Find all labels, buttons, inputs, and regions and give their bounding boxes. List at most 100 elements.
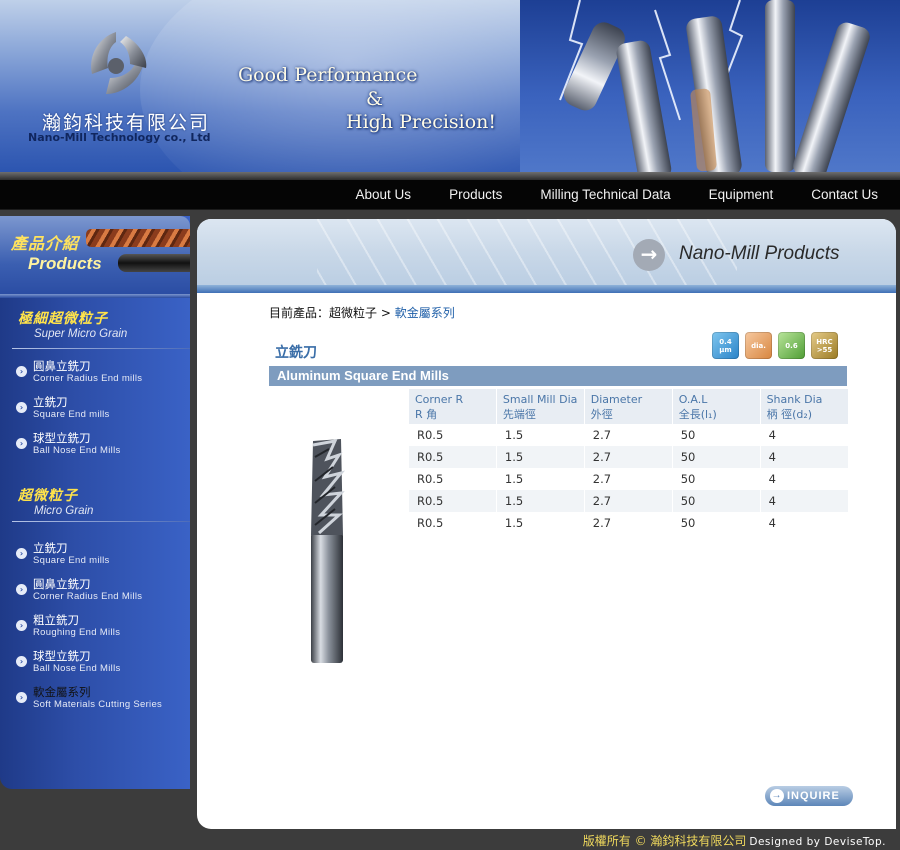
- sidebar-item-label-cn: 球型立銑刀: [33, 431, 91, 445]
- cell: 2.7: [583, 512, 673, 534]
- section-title-en: Super Micro Grain: [34, 328, 128, 340]
- company-logo: [91, 32, 147, 94]
- cell: 2.7: [583, 468, 673, 490]
- sidebar-item-label-cn: 立銑刀: [33, 395, 68, 409]
- cell: 50: [671, 446, 761, 468]
- content-panel: → Nano-Mill Products 目前產品：超微粒子 > 軟金屬系列 立…: [197, 219, 896, 829]
- sidebar-item-label-en: Square End mills: [33, 409, 110, 420]
- sidebar-item-square-smg[interactable]: › 立銑刀 Square End mills: [16, 394, 190, 426]
- col-header-oal: O.A.L 全長(l₁): [671, 389, 761, 424]
- cell: 1.5: [495, 490, 585, 512]
- cell: 1.5: [495, 424, 585, 446]
- cell: 50: [671, 490, 761, 512]
- slogan-line-1: Good Performance: [238, 64, 418, 86]
- banner-tools-area: [520, 0, 900, 172]
- sidebar-item-label-en: Square End mills: [33, 555, 110, 566]
- cell: 50: [671, 424, 761, 446]
- header-banner: 瀚鈞科技有限公司 Nano-Mill Technology co., Ltd G…: [0, 0, 900, 172]
- sidebar-section-super-micro-grain: 極細超微粒子 Super Micro Grain: [18, 308, 127, 340]
- table-row: R0.5 1.5 2.7 50 4: [408, 424, 848, 446]
- cell: 2.7: [583, 446, 673, 468]
- cell: 1.5: [495, 446, 585, 468]
- spec-table: Corner RR 角 Small Mill Dia 先端徑 Diameter 外徑…: [408, 389, 848, 534]
- sidebar-item-label-cn: 圓鼻立銑刀: [33, 359, 91, 373]
- cell: 1.5: [495, 512, 585, 534]
- sidebar-item-corner-radius-smg[interactable]: › 圓鼻立銑刀 Corner Radius End mills: [16, 358, 190, 390]
- content-header: → Nano-Mill Products: [197, 219, 896, 293]
- cell: 4: [759, 490, 848, 512]
- nav-products[interactable]: Products: [411, 180, 502, 210]
- footer-text: 版權所有 © 瀚鈞科技有限公司 Designed by DeviseTop.: [583, 832, 886, 849]
- content-header-title: Nano-Mill Products: [679, 243, 840, 264]
- sidebar-item-label-en: Ball Nose End Mills: [33, 663, 121, 674]
- company-name-en: Nano-Mill Technology co., Ltd: [28, 131, 211, 144]
- arrow-right-icon: →: [770, 789, 784, 803]
- table-row: R0.5 1.5 2.7 50 4: [408, 446, 848, 468]
- nav-top-strip: [0, 172, 900, 180]
- footer: 版權所有 © 瀚鈞科技有限公司 Designed by DeviseTop.: [0, 829, 900, 850]
- sidebar-item-label-cn: 立銑刀: [33, 541, 68, 555]
- slogan-line-2: &: [366, 88, 383, 110]
- hrc-badge-icon: HRC >55: [811, 332, 838, 359]
- sidebar-item-soft-materials[interactable]: › 軟金屬系列 Soft Materials Cutting Series: [16, 684, 190, 716]
- inquire-label: INQUIRE: [787, 790, 840, 802]
- nav-equipment[interactable]: Equipment: [671, 180, 774, 210]
- section-divider: [12, 348, 190, 349]
- sidebar-item-label-en: Roughing End Mills: [33, 627, 121, 638]
- cell: 4: [759, 446, 848, 468]
- sidebar-item-label-cn: 球型立銑刀: [33, 649, 91, 663]
- header-streaks-decoration: [317, 219, 737, 292]
- sidebar-item-label-cn: 粗立銑刀: [33, 613, 79, 627]
- black-end-mill-image: [118, 254, 190, 272]
- col-header-diameter: Diameter 外徑: [583, 389, 673, 424]
- sidebar-item-label-en: Ball Nose End Mills: [33, 445, 121, 456]
- sidebar-header: 產品介紹 Products: [0, 216, 190, 298]
- sidebar-item-ball-nose-mg[interactable]: › 球型立銑刀 Ball Nose End Mills: [16, 648, 190, 680]
- nav-contact-us[interactable]: Contact Us: [773, 180, 878, 210]
- chevron-right-icon: ›: [16, 438, 27, 449]
- table-row: R0.5 1.5 2.7 50 4: [408, 490, 848, 512]
- sidebar-section-micro-grain: 超微粒子 Micro Grain: [18, 485, 93, 517]
- inquire-button[interactable]: → INQUIRE: [765, 786, 853, 806]
- cell: R0.5: [408, 468, 497, 490]
- sidebar-item-label-en: Corner Radius End Mills: [33, 591, 143, 602]
- sidebar-title-en: Products: [28, 254, 102, 273]
- section-divider: [12, 521, 190, 522]
- copyright-text: 版權所有 © 瀚鈞科技有限公司: [582, 834, 747, 848]
- sidebar-item-square-mg[interactable]: › 立銑刀 Square End mills: [16, 540, 190, 572]
- nav-milling-technical-data[interactable]: Milling Technical Data: [502, 180, 670, 210]
- section-title-cn: 極細超微粒子: [18, 311, 108, 327]
- sidebar-item-label-cn: 圓鼻立銑刀: [33, 577, 91, 591]
- col-header-corner-r: Corner RR 角: [408, 389, 497, 424]
- chevron-right-icon: ›: [16, 548, 27, 559]
- cell: 50: [671, 512, 761, 534]
- sidebar-item-corner-radius-mg[interactable]: › 圓鼻立銑刀 Corner Radius End Mills: [16, 576, 190, 608]
- sidebar-item-roughing-mg[interactable]: › 粗立銑刀 Roughing End Mills: [16, 612, 190, 644]
- feature-badges: 0.4 μm dia. 0.6 HRC >55: [712, 332, 838, 359]
- cell: 2.7: [583, 424, 673, 446]
- nav-about-us[interactable]: About Us: [318, 180, 412, 210]
- table-row: R0.5 1.5 2.7 50 4: [408, 512, 848, 534]
- chevron-right-icon: ›: [16, 692, 27, 703]
- section-title-en: Micro Grain: [34, 505, 94, 517]
- page: 瀚鈞科技有限公司 Nano-Mill Technology co., Ltd G…: [0, 0, 900, 850]
- cell: R0.5: [408, 490, 497, 512]
- chevron-right-icon: ›: [16, 366, 27, 377]
- cell: 50: [671, 468, 761, 490]
- section-title: 立銑刀: [275, 345, 317, 361]
- end-mill-product-image: [311, 439, 346, 663]
- cell: 2.7: [583, 490, 673, 512]
- col-header-shank-dia: Shank Dia 柄 徑(d₂): [759, 389, 848, 424]
- cell: R0.5: [408, 446, 497, 468]
- table-header-row: Corner RR 角 Small Mill Dia 先端徑 Diameter 外徑…: [408, 389, 848, 424]
- product-title-bar: Aluminum Square End Mills: [269, 366, 847, 386]
- table-row: R0.5 1.5 2.7 50 4: [408, 468, 848, 490]
- diameter-badge-icon: dia.: [745, 332, 772, 359]
- cell: 1.5: [495, 468, 585, 490]
- breadcrumb-current[interactable]: 軟金屬系列: [395, 306, 455, 320]
- designer-credit: Designed by DeviseTop.: [749, 836, 886, 848]
- cell: 4: [759, 424, 848, 446]
- sidebar-header-divider: [0, 294, 190, 298]
- coating-badge-icon: 0.6: [778, 332, 805, 359]
- sidebar-item-ball-nose-smg[interactable]: › 球型立銑刀 Ball Nose End Mills: [16, 430, 190, 462]
